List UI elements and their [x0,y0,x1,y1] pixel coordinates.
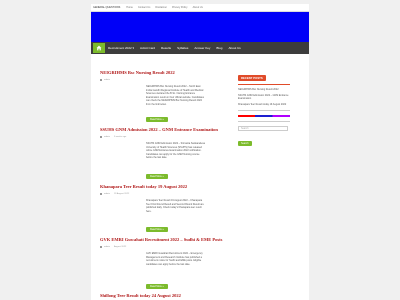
post-author[interactable]: admin [104,136,110,138]
read-more-button[interactable]: Read More » [146,227,168,232]
post-date: August 2022 [113,246,127,248]
post-title[interactable]: Khanapara Teer Result today 19 August 20… [100,184,230,189]
nav-item-results[interactable]: Results [161,46,171,50]
recent-post-link[interactable]: NEIGRIHMS Bsc Nursing Result 2022 [238,88,290,92]
post-excerpt: NEIGRIHMS Bsc Nursing Result 2022 – Nort… [146,85,204,106]
post-title[interactable]: NEIGRIHMS Bsc Nursing Result 2022 [100,70,230,75]
top-link-about[interactable]: About Us [193,6,203,9]
post-meta: admin August 2022 [100,246,230,248]
top-link-home[interactable]: Home [126,6,133,9]
home-icon [96,45,102,51]
post-card: Shillong Teer Result today 24 August 202… [100,293,230,298]
post-excerpt: GVK EMRI Guwahati Recruitment 2022 – Eme… [146,252,203,266]
post-thumbnail[interactable] [100,199,140,221]
post-meta: admin 19 August 2022 [100,193,230,195]
post-card: Khanapara Teer Result today 19 August 20… [100,184,230,235]
nav-item-blog[interactable]: Blog [216,46,222,50]
top-link-disclaimer[interactable]: Disclaimer [155,6,167,9]
nav-item-syllabus[interactable]: Syllabus [177,46,188,50]
user-icon [100,246,102,248]
post-card: NEIGRIHMS Bsc Nursing Result 2022 admin … [100,70,230,125]
read-more-button[interactable]: Read More » [146,117,168,122]
user-icon [100,193,102,195]
color-bar [238,115,290,118]
top-bar: GENERAL QUESTIONS Home Contact Us Discla… [91,4,309,12]
recent-posts-title: RECENT POSTS [238,75,266,81]
nav-item-recruitment[interactable]: Recruitment 2022 ▾ [108,46,134,50]
post-card: SSUHS GNM Admission 2022 – GNM Entrance … [100,127,230,182]
post-meta: admin [100,79,230,81]
post-excerpt: Khanapara Teer Result 19 August 2022 – K… [146,199,204,213]
post-thumbnail[interactable] [100,85,140,107]
post-title[interactable]: GVK EMRI Guwahati Recruitment 2022 – Sud… [100,237,230,242]
post-author[interactable]: admin [104,246,110,248]
read-more-button[interactable]: Read More » [146,174,168,179]
home-button[interactable] [93,43,105,53]
post-author[interactable]: admin [104,79,110,81]
header-banner[interactable] [91,12,309,42]
top-link-privacy[interactable]: Privacy Policy [172,6,188,9]
widget-divider [238,84,290,85]
post-title[interactable]: SSUHS GNM Admission 2022 – GNM Entrance … [100,127,230,132]
post-thumbnail[interactable] [100,252,140,274]
post-title[interactable]: Shillong Teer Result today 24 August 202… [100,293,230,298]
main-nav: Recruitment 2022 ▾ Admit Card Results Sy… [91,42,309,54]
post-thumbnail[interactable] [100,142,140,164]
post-excerpt: SSUHS GNM Admission 2022 – Srimanta Sank… [146,142,205,160]
recent-posts-list: NEIGRIHMS Bsc Nursing Result 2022 SSUHS … [238,88,290,106]
nav-item-answer-key[interactable]: Answer Key [194,46,210,50]
nav-item-admit-card[interactable]: Admit Card [140,46,155,50]
search-input[interactable]: Search [238,126,288,132]
nav-item-about[interactable]: About Us [228,46,240,50]
recent-post-link[interactable]: SSUHS GNM Admission 2022 – GNM Entrance … [238,94,290,101]
post-author[interactable]: admin [104,193,110,195]
recent-post-link[interactable]: Khanapara Teer Result today 19 August 20… [238,103,290,107]
sidebar: RECENT POSTS NEIGRIHMS Bsc Nursing Resul… [238,66,290,149]
divider [238,121,290,123]
top-link-contact[interactable]: Contact Us [138,6,150,9]
post-meta: admin 3 weeks ago [100,136,230,138]
user-icon [100,79,102,81]
user-icon [100,136,102,138]
read-more-button[interactable]: Read More » [146,284,168,289]
search-button[interactable]: Search [238,141,252,147]
post-card: GVK EMRI Guwahati Recruitment 2022 – Sud… [100,237,230,292]
divider [238,110,290,112]
post-date: 3 weeks ago [113,136,127,138]
post-date: 19 August 2022 [113,193,130,195]
site-brand[interactable]: GENERAL QUESTIONS [93,6,120,9]
